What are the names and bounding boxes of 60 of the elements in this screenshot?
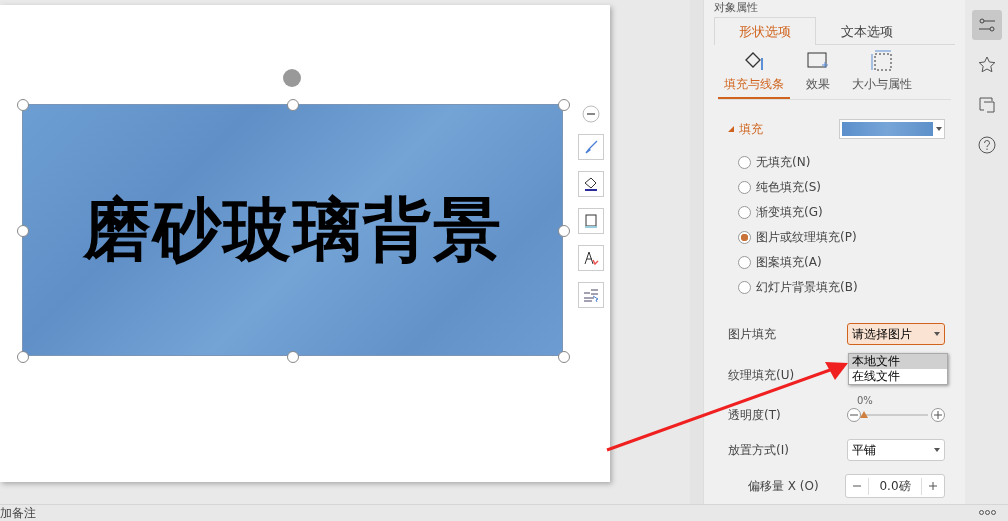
text-wrap-icon bbox=[583, 287, 599, 303]
collapse-icon[interactable] bbox=[582, 105, 600, 123]
fill-option[interactable]: 幻灯片背景填充(B) bbox=[738, 277, 955, 297]
paint-bucket-icon bbox=[583, 176, 599, 192]
slider-reading: 0% bbox=[857, 395, 873, 406]
tab[interactable]: 文本选项 bbox=[816, 17, 918, 45]
placement-select[interactable]: 平铺 bbox=[847, 439, 945, 461]
offset-value: 0.0磅 bbox=[868, 477, 922, 495]
plus-button[interactable] bbox=[931, 408, 945, 422]
size-icon bbox=[870, 50, 894, 72]
text-style-icon bbox=[583, 250, 599, 266]
shape-text: 磨砂玻璃背景 bbox=[82, 187, 503, 271]
resize-handle[interactable] bbox=[17, 225, 29, 237]
textured-rectangle[interactable]: 磨砂玻璃背景 bbox=[22, 104, 563, 356]
text-style-button[interactable] bbox=[578, 245, 604, 271]
fill-option[interactable]: 渐变填充(G) bbox=[738, 202, 955, 222]
rotate-handle[interactable] bbox=[283, 69, 301, 87]
field-label: 透明度(T) bbox=[728, 406, 781, 424]
field-label: 放置方式(I) bbox=[728, 441, 789, 459]
text-layout-button[interactable] bbox=[578, 282, 604, 308]
minus-icon bbox=[853, 482, 861, 490]
field-label: 纹理填充(U) bbox=[728, 366, 795, 384]
brush-button[interactable] bbox=[578, 134, 604, 160]
panel-title: 对象属性 bbox=[714, 1, 759, 14]
subtab[interactable]: 大小与属性 bbox=[846, 45, 918, 99]
dropdown-arrow-icon bbox=[936, 127, 942, 131]
offset-stepper[interactable]: 0.0磅 bbox=[845, 474, 945, 498]
settings-icon[interactable] bbox=[971, 10, 1002, 40]
subtab[interactable]: 效果 bbox=[800, 45, 836, 99]
resize-handle[interactable] bbox=[17, 351, 29, 363]
plus-icon bbox=[929, 482, 937, 490]
menu-item[interactable]: 本地文件 bbox=[849, 354, 947, 369]
resize-handle[interactable] bbox=[287, 99, 299, 111]
picture-select[interactable]: 请选择图片 bbox=[847, 323, 945, 345]
minus-icon bbox=[850, 411, 858, 419]
field-label: 图片填充 bbox=[728, 325, 776, 343]
subtab[interactable]: 填充与线条 bbox=[718, 45, 790, 99]
fill-option[interactable]: 图片或纹理填充(P) bbox=[738, 227, 955, 247]
plus-icon bbox=[934, 411, 942, 419]
more-icon[interactable] bbox=[979, 510, 996, 515]
resize-handle[interactable] bbox=[558, 351, 570, 363]
brush-icon bbox=[583, 139, 599, 155]
scroll-bar[interactable] bbox=[690, 0, 703, 504]
fill-button[interactable] bbox=[578, 171, 604, 197]
notes-text[interactable]: 加备注 bbox=[0, 507, 36, 519]
resize-handle[interactable] bbox=[17, 99, 29, 111]
menu-item[interactable]: 在线文件 bbox=[849, 369, 947, 384]
outline-button[interactable] bbox=[578, 208, 604, 234]
resize-handle[interactable] bbox=[558, 99, 570, 111]
field-label: 偏移量 X (O) bbox=[748, 477, 819, 495]
section-title[interactable]: 填充 bbox=[728, 120, 763, 138]
frame-icon bbox=[583, 213, 599, 229]
dropdown-arrow-icon bbox=[934, 332, 940, 336]
fill-option[interactable]: 无填充(N) bbox=[738, 152, 955, 172]
fill-option[interactable]: 图案填充(A) bbox=[738, 252, 955, 272]
dropdown-arrow-icon bbox=[934, 448, 940, 452]
color-picker[interactable] bbox=[839, 119, 945, 139]
fill-option[interactable]: 纯色填充(S) bbox=[738, 177, 955, 197]
slider-thumb[interactable] bbox=[860, 411, 868, 418]
minus-button[interactable] bbox=[847, 408, 861, 422]
